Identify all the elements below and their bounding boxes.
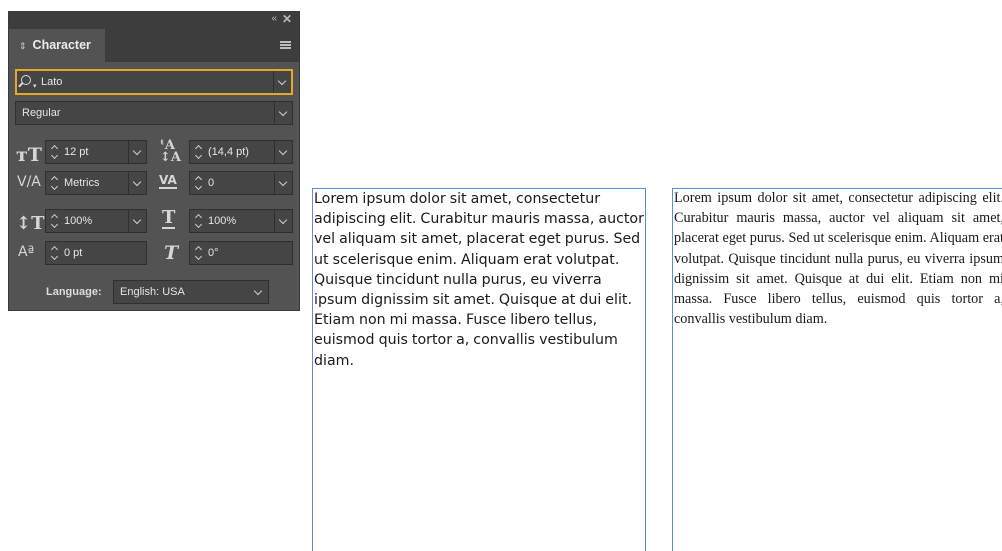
- chevron-down-icon[interactable]: [274, 102, 292, 124]
- font-family-field[interactable]: ▾ Lato: [15, 69, 293, 95]
- chevron-down-icon[interactable]: [274, 172, 292, 194]
- chevron-down-icon[interactable]: [273, 71, 291, 93]
- tracking-stepper[interactable]: [192, 172, 206, 194]
- font-size-icon: ᴛT: [16, 144, 42, 166]
- baseline-shift-icon: Aª: [18, 244, 35, 260]
- horizontal-scale-field[interactable]: 100%: [189, 209, 293, 233]
- horizontal-scale-value: 100%: [208, 215, 237, 227]
- baseline-shift-field[interactable]: 0 pt: [45, 241, 147, 265]
- font-size-stepper[interactable]: [48, 141, 62, 163]
- leading-icon: ᵗA ↕A: [160, 138, 181, 165]
- leading-stepper[interactable]: [192, 141, 206, 163]
- chevron-down-icon[interactable]: [128, 141, 146, 163]
- chevron-down-icon[interactable]: [128, 210, 146, 232]
- skew-value: 0°: [208, 247, 219, 259]
- panel-tab-row: ⇕ Character: [9, 29, 299, 62]
- language-label: Language:: [46, 286, 102, 298]
- leading-field[interactable]: (14,4 pt): [189, 140, 293, 164]
- frame-text-right: Lorem ipsum dolor sit amet, consectetur …: [674, 190, 1002, 328]
- kerning-stepper[interactable]: [48, 172, 62, 194]
- skew-field[interactable]: 0°: [189, 241, 293, 265]
- kerning-icon: V/A: [17, 174, 41, 190]
- character-panel: « ✕ ⇕ Character ▾ Lato Regular ᴛT 12 pt ᵗ…: [8, 11, 300, 311]
- text-frame-left[interactable]: Lorem ipsum dolor sit amet, consectetur …: [312, 188, 646, 551]
- baseline-shift-value: 0 pt: [64, 247, 83, 259]
- leading-value: (14,4 pt): [208, 146, 249, 158]
- collapse-icon[interactable]: «: [271, 13, 276, 24]
- chevron-down-icon[interactable]: [128, 172, 146, 194]
- vertical-scale-value: 100%: [64, 215, 93, 227]
- font-family-value: Lato: [41, 76, 63, 88]
- font-style-field[interactable]: Regular: [15, 101, 293, 125]
- search-caret-icon: ▾: [33, 83, 37, 90]
- tab-label: Character: [32, 38, 91, 52]
- panel-title-bar: « ✕: [9, 12, 299, 29]
- font-style-value: Regular: [22, 107, 61, 119]
- vertical-scale-stepper[interactable]: [48, 210, 62, 232]
- close-icon[interactable]: ✕: [282, 12, 292, 26]
- tab-expand-icon: ⇕: [19, 41, 27, 51]
- frame-text-left: Lorem ipsum dolor sit amet, consectetur …: [314, 191, 644, 369]
- vertical-scale-icon: ↕T: [16, 213, 45, 234]
- chevron-down-icon[interactable]: [274, 141, 292, 163]
- language-value: English: USA: [120, 286, 185, 298]
- language-select[interactable]: English: USA: [113, 280, 269, 304]
- kerning-value: Metrics: [64, 177, 100, 189]
- font-size-field[interactable]: 12 pt: [45, 140, 147, 164]
- horizontal-scale-icon: T: [162, 207, 176, 229]
- kerning-field[interactable]: Metrics: [45, 171, 147, 195]
- tracking-icon: VA: [159, 173, 177, 189]
- text-frame-right[interactable]: Lorem ipsum dolor sit amet, consectetur …: [672, 188, 1002, 551]
- horizontal-scale-stepper[interactable]: [192, 210, 206, 232]
- tracking-value: 0: [208, 177, 215, 189]
- skew-stepper[interactable]: [192, 242, 206, 264]
- tab-character[interactable]: ⇕ Character: [9, 29, 105, 62]
- tracking-field[interactable]: 0: [189, 171, 293, 195]
- panel-menu-icon[interactable]: [280, 41, 291, 49]
- vertical-scale-field[interactable]: 100%: [45, 209, 147, 233]
- font-size-value: 12 pt: [64, 146, 89, 158]
- skew-icon: T: [164, 242, 179, 264]
- chevron-down-icon[interactable]: [274, 210, 292, 232]
- search-icon[interactable]: [21, 75, 31, 85]
- baseline-shift-stepper[interactable]: [48, 242, 62, 264]
- chevron-down-icon[interactable]: [250, 281, 268, 303]
